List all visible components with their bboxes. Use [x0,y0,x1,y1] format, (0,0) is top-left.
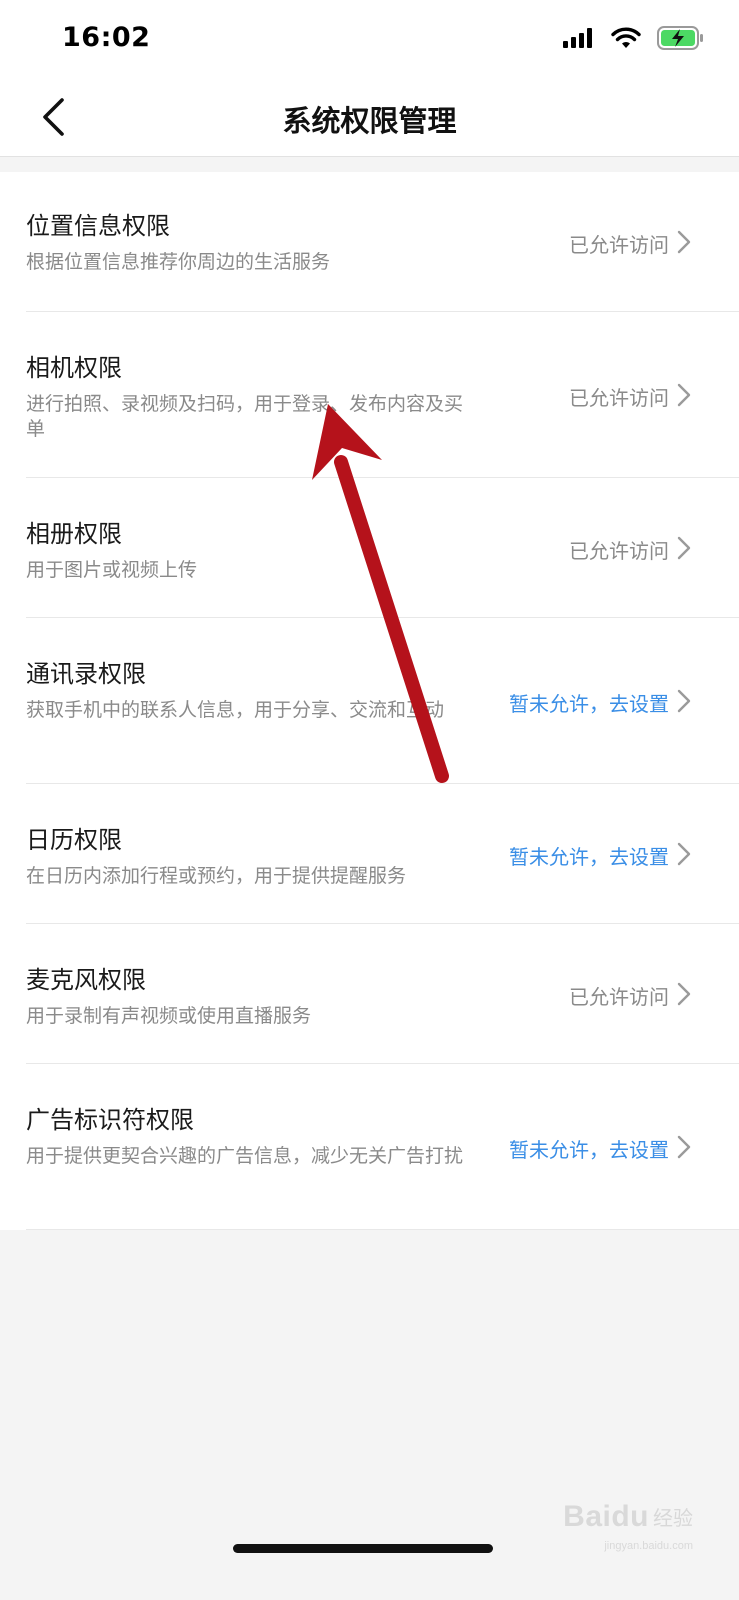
permission-status-link[interactable]: 暂未允许，去设置 [509,1134,669,1163]
permission-title: 位置信息权限 [26,212,170,240]
permission-title: 广告标识符权限 [26,1106,194,1134]
nav-bar: 系统权限管理 [0,78,739,157]
permission-status: 已允许访问 [569,386,669,410]
home-indicator[interactable] [233,1544,493,1553]
permission-description: 用于提供更契合兴趣的广告信息，减少无关广告打扰 [26,1145,464,1167]
cellular-signal-icon [563,28,592,48]
chevron-right-icon [677,230,691,254]
permission-title: 日历权限 [26,826,122,854]
chevron-right-icon [677,842,691,866]
chevron-right-icon [677,1135,691,1159]
chevron-right-icon [677,383,691,407]
permission-description: 根据位置信息推荐你周边的生活服务 [26,251,331,273]
permission-row-contacts[interactable]: 通讯录权限 获取手机中的联系人信息，用于分享、交流和互动 暂未允许，去设置 [0,618,739,784]
chevron-right-icon [677,536,691,560]
chevron-right-icon [677,982,691,1006]
permission-title: 通讯录权限 [26,660,146,688]
watermark: Baidu 经验 jingyan.baidu.com [563,1500,693,1552]
status-icons [563,26,705,50]
permission-title: 相册权限 [26,520,122,548]
permission-row-ad-identifier[interactable]: 广告标识符权限 用于提供更契合兴趣的广告信息，减少无关广告打扰 暂未允许，去设置 [0,1064,739,1230]
permission-row-camera[interactable]: 相机权限 进行拍照、录视频及扫码，用于登录、发布内容及买单 已允许访问 [0,312,739,478]
permission-row-calendar[interactable]: 日历权限 在日历内添加行程或预约，用于提供提醒服务 暂未允许，去设置 [0,784,739,924]
permission-description: 获取手机中的联系人信息，用于分享、交流和互动 [26,699,445,721]
permission-status: 已允许访问 [569,539,669,563]
permission-row-location[interactable]: 位置信息权限 根据位置信息推荐你周边的生活服务 已允许访问 [0,172,739,312]
permission-title: 相机权限 [26,354,122,382]
permission-title: 麦克风权限 [26,966,146,994]
watermark-url: jingyan.baidu.com [604,1540,693,1552]
permission-description: 用于图片或视频上传 [26,559,198,581]
permission-status: 已允许访问 [569,985,669,1009]
permission-list: 位置信息权限 根据位置信息推荐你周边的生活服务 已允许访问 相机权限 进行拍照、… [0,172,739,1230]
watermark-sub: 经验 [653,1506,693,1530]
watermark-brand: Baidu [563,1500,649,1533]
status-time: 16:02 [62,22,151,53]
permission-status-link[interactable]: 暂未允许，去设置 [509,688,669,717]
wifi-icon [611,27,641,48]
permission-description: 用于录制有声视频或使用直播服务 [26,1005,312,1027]
page-title: 系统权限管理 [282,104,457,138]
permission-description: 进行拍照、录视频及扫码，用于登录、发布内容及买单 [26,393,464,440]
permission-row-microphone[interactable]: 麦克风权限 用于录制有声视频或使用直播服务 已允许访问 [0,924,739,1064]
permission-description: 在日历内添加行程或预约，用于提供提醒服务 [26,865,407,887]
permission-status-link[interactable]: 暂未允许，去设置 [509,841,669,870]
chevron-right-icon [677,689,691,713]
battery-charging-icon [657,26,703,50]
permission-row-photo-album[interactable]: 相册权限 用于图片或视频上传 已允许访问 [0,478,739,618]
status-bar: 16:02 [0,0,739,78]
divider [26,1229,739,1230]
permission-status: 已允许访问 [569,233,669,257]
